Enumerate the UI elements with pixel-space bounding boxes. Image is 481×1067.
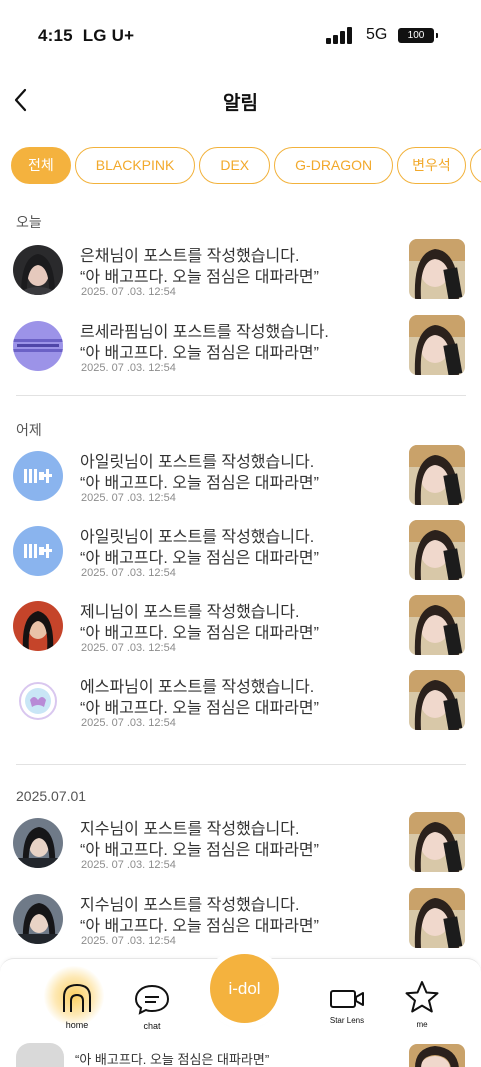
notification-quote: “아 배고프다. 오늘 점심은 대파라면” [80,918,319,935]
post-thumbnail [409,812,465,872]
section-divider [16,764,466,765]
star-icon [405,981,439,1013]
filter-chip-gdragon[interactable]: G-DRAGON [274,147,394,184]
page-title: 알림 [223,93,258,114]
notification-item[interactable]: 지수님이 포스트를 작성했습니다. “아 배고프다. 오늘 점심은 대파라면” … [0,888,481,952]
notification-date: 2025. 07 .03. 12:54 [81,642,176,654]
signal-icon [326,27,356,44]
artist-avatar [13,894,63,944]
artist-avatar [13,245,63,295]
post-thumbnail [409,670,465,730]
notification-item[interactable]: 아일릿님이 포스트를 작성했습니다. “아 배고프다. 오늘 점심은 대파라면”… [0,520,481,584]
notification-item-partial[interactable]: “아 배고프다. 오늘 점심은 대파라면” [0,1038,481,1067]
post-thumbnail [409,445,465,505]
artist-avatar [13,676,63,726]
section-label-today: 오늘 [16,214,42,230]
artist-avatar [13,601,63,651]
post-thumbnail [409,1044,465,1067]
artist-avatar [13,818,63,868]
idol-center-button[interactable]: i-dol [210,954,279,1023]
post-thumbnail [409,888,465,948]
notification-item[interactable]: 은채님이 포스트를 작성했습니다. “아 배고프다. 오늘 점심은 대파라면” … [0,239,481,303]
artist-avatar [16,1043,64,1067]
notification-quote: “아 배고프다. 오늘 점심은 대파라면” [80,345,319,362]
notification-date: 2025. 07 .03. 12:54 [81,859,176,871]
status-bar: 4:15 LG U+ 5G 100 [0,0,481,70]
notification-date: 2025. 07 .03. 12:54 [81,935,176,947]
section-label-date: 2025.07.01 [16,788,87,804]
filter-chip-blackpink[interactable]: BLACKPINK [74,147,196,184]
status-time: 4:15 LG U+ [38,26,135,45]
artist-avatar [13,321,63,371]
post-thumbnail [409,239,465,299]
notification-quote: “아 배고프다. 오늘 점심은 대파라면” [75,1052,270,1067]
notification-item[interactable]: 지수님이 포스트를 작성했습니다. “아 배고프다. 오늘 점심은 대파라면” … [0,812,481,876]
chat-icon [134,984,170,1015]
notification-item[interactable]: 제니님이 포스트를 작성했습니다. “아 배고프다. 오늘 점심은 대파라면” … [0,595,481,659]
section-divider [16,395,466,396]
post-thumbnail [409,520,465,580]
tab-star-lens[interactable]: Star Lens [324,988,370,1025]
notification-quote: “아 배고프다. 오늘 점심은 대파라면” [80,842,319,859]
notification-date: 2025. 07 .03. 12:54 [81,567,176,579]
tab-chat-label: chat [143,1021,161,1031]
filter-chip-byeonwooseok[interactable]: 변우석 [397,147,466,184]
artist-avatar [13,451,63,501]
notification-quote: “아 배고프다. 오늘 점심은 대파라면” [80,269,319,286]
tab-chat[interactable]: chat [132,983,172,1031]
notification-quote: “아 배고프다. 오늘 점심은 대파라면” [80,475,319,492]
video-camera-icon [330,990,364,1008]
notification-item[interactable]: 에스파님이 포스트를 작성했습니다. “아 배고프다. 오늘 점심은 대파라면”… [0,670,481,734]
notification-item[interactable]: 르세라핌님이 포스트를 작성했습니다. “아 배고프다. 오늘 점심은 대파라면… [0,315,481,379]
notification-date: 2025. 07 .03. 12:54 [81,717,176,729]
post-thumbnail [409,595,465,655]
header: 알림 [0,78,481,122]
artist-avatar [13,526,63,576]
battery-icon: 100 [398,28,438,43]
notification-date: 2025. 07 .03. 12:54 [81,286,176,298]
artist-filter-bar: 전체 BLACKPINK DEX G-DRAGON 변우석 [11,147,481,185]
notification-item[interactable]: 아일릿님이 포스트를 작성했습니다. “아 배고프다. 오늘 점심은 대파라면”… [0,445,481,509]
notification-date: 2025. 07 .03. 12:54 [81,362,176,374]
notification-quote: “아 배고프다. 오늘 점심은 대파라면” [80,700,319,717]
tab-star-lens-label: Star Lens [329,1016,365,1025]
tab-home-label: home [65,1020,89,1030]
post-thumbnail [409,315,465,375]
notification-quote: “아 배고프다. 오늘 점심은 대파라면” [80,550,319,567]
network-type: 5G [366,26,388,43]
tab-home[interactable]: home [55,980,99,1030]
notification-quote: “아 배고프다. 오늘 점심은 대파라면” [80,625,319,642]
filter-chip-all[interactable]: 전체 [11,147,71,184]
section-label-yesterday: 어제 [16,422,42,438]
filter-chip-dex[interactable]: DEX [199,147,271,184]
tab-me[interactable]: me [402,980,442,1029]
tab-me-label: me [416,1020,428,1029]
home-icon [63,983,91,1012]
notification-date: 2025. 07 .03. 12:54 [81,492,176,504]
filter-chip-more[interactable] [469,147,481,184]
